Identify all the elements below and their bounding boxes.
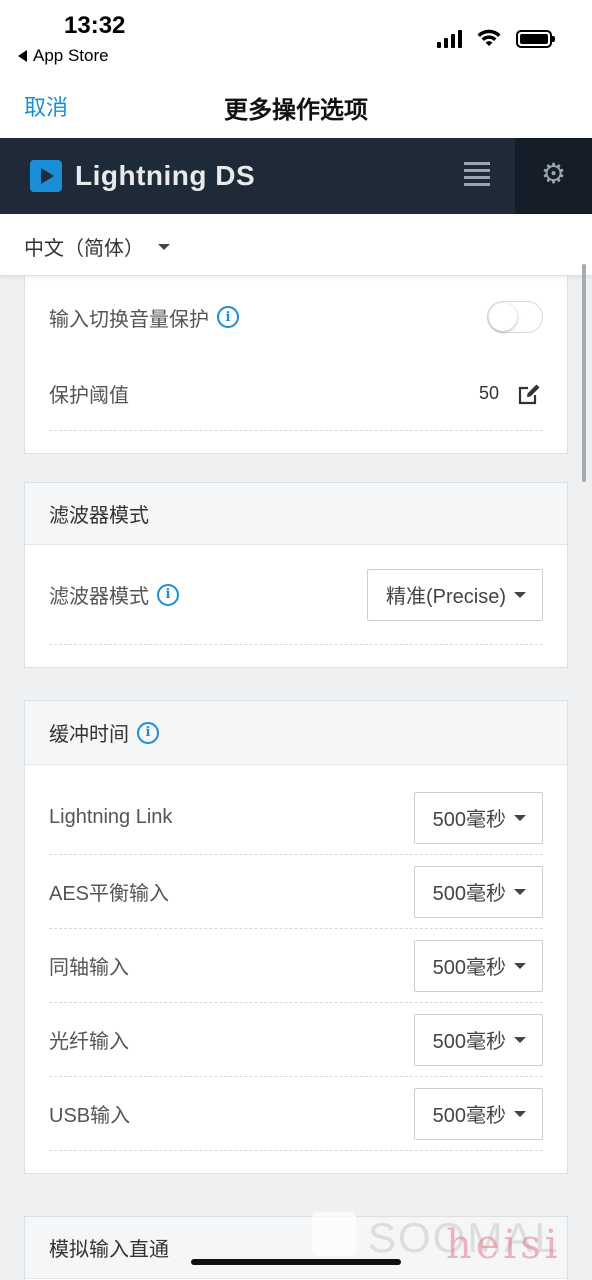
buffer-time-header: 缓冲时间 i: [25, 701, 567, 765]
chevron-down-icon: [514, 591, 526, 598]
volume-protection-toggle[interactable]: [487, 301, 543, 333]
battery-icon: [516, 30, 555, 48]
filter-mode-select[interactable]: 精准(Precise): [366, 568, 543, 621]
protection-threshold-row: 保护阈值 50: [49, 357, 543, 431]
filter-mode-label: 滤波器模式: [49, 586, 149, 608]
buffer-selected: 500毫秒: [432, 883, 506, 905]
gear-icon: ⚙: [541, 158, 567, 189]
back-app-label: App Store: [33, 46, 109, 65]
app-logo-icon: [30, 160, 62, 192]
info-icon[interactable]: i: [157, 583, 179, 606]
home-indicator[interactable]: [191, 1259, 401, 1265]
page-title: 更多操作选项: [224, 97, 368, 124]
chevron-down-icon: [514, 1110, 526, 1117]
status-bar: 13:32 App Store: [0, 0, 592, 76]
buffer-row-coaxial: 同轴输入 500毫秒: [49, 929, 543, 1003]
filter-mode-title: 滤波器模式: [49, 505, 149, 527]
status-icons: [437, 28, 555, 48]
buffer-row-lightning-link: Lightning Link 500毫秒: [49, 781, 543, 855]
buffer-time-card: 缓冲时间 i Lightning Link 500毫秒 AES平衡输入 500毫…: [24, 700, 568, 1174]
chevron-down-icon: [514, 962, 526, 969]
cellular-signal-icon: [437, 30, 462, 48]
status-time: 13:32: [64, 12, 126, 39]
buffer-selected: 500毫秒: [432, 1105, 506, 1127]
buffer-row-aes: AES平衡输入 500毫秒: [49, 855, 543, 929]
scrollbar[interactable]: [582, 264, 586, 482]
app-brand-name: Lightning DS: [75, 160, 256, 191]
volume-protection-row: 输入切换音量保护 i: [49, 277, 543, 357]
buffer-select[interactable]: 500毫秒: [413, 939, 543, 992]
buffer-label: Lightning Link: [49, 806, 173, 828]
protection-card: 输入切换音量保护 i 保护阈值 50: [24, 276, 568, 454]
list-menu-icon[interactable]: [464, 162, 490, 186]
settings-button[interactable]: ⚙: [515, 138, 592, 214]
buffer-selected: 500毫秒: [432, 809, 506, 831]
info-icon[interactable]: i: [137, 721, 159, 744]
buffer-select[interactable]: 500毫秒: [413, 1013, 543, 1066]
buffer-time-title: 缓冲时间: [49, 724, 129, 746]
buffer-label: 同轴输入: [49, 957, 129, 979]
chevron-down-icon: [514, 814, 526, 821]
buffer-label: AES平衡输入: [49, 883, 170, 905]
buffer-select[interactable]: 500毫秒: [413, 791, 543, 844]
buffer-label: 光纤输入: [49, 1031, 129, 1053]
buffer-select[interactable]: 500毫秒: [413, 1087, 543, 1140]
filter-mode-header: 滤波器模式: [25, 483, 567, 545]
filter-mode-card: 滤波器模式 滤波器模式 i 精准(Precise): [24, 482, 568, 668]
back-arrow-icon: [18, 50, 27, 62]
buffer-selected: 500毫秒: [432, 957, 506, 979]
buffer-select[interactable]: 500毫秒: [413, 865, 543, 918]
buffer-row-usb: USB输入 500毫秒: [49, 1077, 543, 1151]
protection-threshold-label: 保护阈值: [49, 385, 129, 407]
chevron-down-icon: [514, 888, 526, 895]
chevron-down-icon: [514, 1036, 526, 1043]
language-selected: 中文（简体）: [24, 238, 144, 260]
volume-protection-label: 输入切换音量保护: [49, 308, 209, 331]
buffer-row-optical: 光纤输入 500毫秒: [49, 1003, 543, 1077]
analog-passthrough-card: 模拟输入直通: [24, 1216, 568, 1280]
settings-scroll-area[interactable]: 输入切换音量保护 i 保护阈值 50 滤波器模式 滤波器模式 i 精准(Prec…: [0, 276, 592, 1280]
back-to-app-link[interactable]: App Store: [18, 46, 109, 66]
analog-passthrough-header: 模拟输入直通: [25, 1217, 567, 1279]
filter-mode-selected: 精准(Precise): [385, 586, 506, 608]
navigation-bar: 取消 更多操作选项: [0, 76, 592, 138]
language-selector[interactable]: 中文（简体）: [0, 214, 592, 276]
wifi-icon: [477, 29, 501, 46]
edit-icon[interactable]: [515, 380, 543, 408]
info-icon[interactable]: i: [217, 306, 239, 328]
analog-passthrough-title: 模拟输入直通: [49, 1239, 169, 1261]
protection-threshold-value: 50: [478, 383, 499, 403]
buffer-selected: 500毫秒: [432, 1031, 506, 1053]
buffer-label: USB输入: [49, 1105, 131, 1127]
filter-mode-row: 滤波器模式 i 精准(Precise): [49, 545, 543, 645]
chevron-down-icon: [158, 244, 170, 250]
